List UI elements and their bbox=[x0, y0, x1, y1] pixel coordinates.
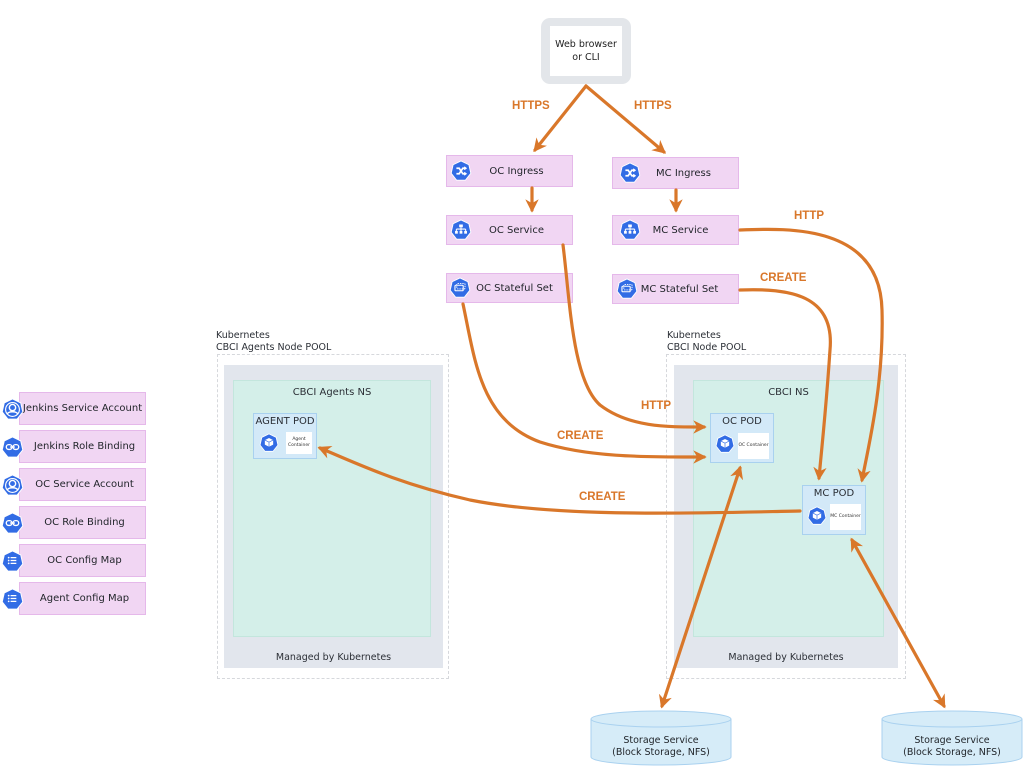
client-box: Web browser or CLI bbox=[541, 18, 631, 84]
legend-item-label: OC Role Binding bbox=[44, 517, 125, 528]
legend-item: OC Role Binding bbox=[19, 506, 146, 539]
agent-pod: AGENT POD Agent Container bbox=[253, 413, 317, 459]
pod-icon bbox=[807, 506, 827, 526]
config-map-icon bbox=[1, 588, 24, 611]
role-binding-icon bbox=[1, 436, 24, 459]
edge-label-create-agent-pod: CREATE bbox=[579, 491, 626, 503]
agents-managed-label: Managed by Kubernetes bbox=[275, 652, 392, 663]
legend-item-label: OC Service Account bbox=[35, 479, 134, 490]
statefulset-icon bbox=[616, 278, 638, 300]
agent-pod-title: AGENT POD bbox=[255, 416, 315, 427]
legend-item: OC Config Map bbox=[19, 544, 146, 577]
cbci-managed-label: Managed by Kubernetes bbox=[728, 652, 844, 663]
legend-item: Jenkins Service Account bbox=[19, 392, 146, 425]
cbci-namespace-label: CBCI NS bbox=[768, 387, 809, 398]
edge-label-http-mc: HTTP bbox=[794, 210, 825, 222]
edge-label-create-mc: CREATE bbox=[760, 272, 807, 284]
mc-pod: MC POD MC Container bbox=[802, 485, 866, 535]
edge-label-create-oc-pod: CREATE bbox=[557, 430, 604, 442]
client-label: Web browser or CLI bbox=[550, 26, 622, 76]
arrow-client-to-mc-ingress bbox=[584, 84, 667, 154]
legend-item: Jenkins Role Binding bbox=[19, 430, 146, 463]
legend-item-label: Jenkins Role Binding bbox=[33, 441, 136, 452]
storage-label-1: Storage Service (Block Storage, NFS) bbox=[612, 735, 710, 758]
cbci-pool-title: Kubernetes CBCI Node POOL bbox=[667, 330, 747, 353]
role-binding-icon bbox=[1, 512, 24, 535]
statefulset-icon bbox=[449, 277, 471, 299]
legend-item-label: Agent Config Map bbox=[39, 593, 130, 604]
service-account-icon bbox=[1, 474, 24, 497]
arrow-client-to-oc-ingress bbox=[533, 84, 588, 153]
legend-item: Agent Config Map bbox=[19, 582, 146, 615]
mc-statefulset-box: MC Stateful Set bbox=[612, 274, 739, 304]
pod-icon bbox=[259, 433, 279, 453]
mc-ingress-box: MC Ingress bbox=[612, 157, 739, 189]
service-account-icon bbox=[1, 398, 24, 421]
mc-service-box: MC Service bbox=[612, 215, 739, 245]
edge-label-https-right: HTTPS bbox=[634, 100, 672, 112]
agents-pool-title: Kubernetes CBCI Agents Node POOL bbox=[216, 330, 332, 353]
oc-ingress-box: OC Ingress bbox=[446, 155, 573, 187]
ingress-icon bbox=[450, 160, 472, 182]
oc-pod: OC POD OC Container bbox=[710, 413, 774, 463]
oc-container: OC Container bbox=[738, 433, 769, 459]
oc-service-box: OC Service bbox=[446, 215, 573, 245]
legend-item-label: OC Config Map bbox=[47, 555, 122, 566]
pod-icon bbox=[715, 434, 735, 454]
legend-item: OC Service Account bbox=[19, 468, 146, 501]
service-icon bbox=[619, 219, 641, 241]
edge-label-https-left: HTTPS bbox=[512, 100, 550, 112]
service-icon bbox=[450, 219, 472, 241]
oc-pod-title: OC POD bbox=[722, 416, 762, 427]
storage-label-2: Storage Service (Block Storage, NFS) bbox=[903, 735, 1001, 758]
ingress-icon bbox=[619, 162, 641, 184]
config-map-icon bbox=[1, 550, 24, 573]
mc-container: MC Container bbox=[830, 504, 861, 530]
edge-label-http-oc-pod: HTTP bbox=[641, 400, 672, 412]
agents-namespace-label: CBCI Agents NS bbox=[292, 387, 372, 398]
legend-item-label: Jenkins Service Account bbox=[22, 403, 143, 414]
oc-statefulset-box: OC Stateful Set bbox=[446, 273, 573, 303]
agent-container: Agent Container bbox=[286, 432, 312, 454]
mc-pod-title: MC POD bbox=[813, 488, 855, 499]
